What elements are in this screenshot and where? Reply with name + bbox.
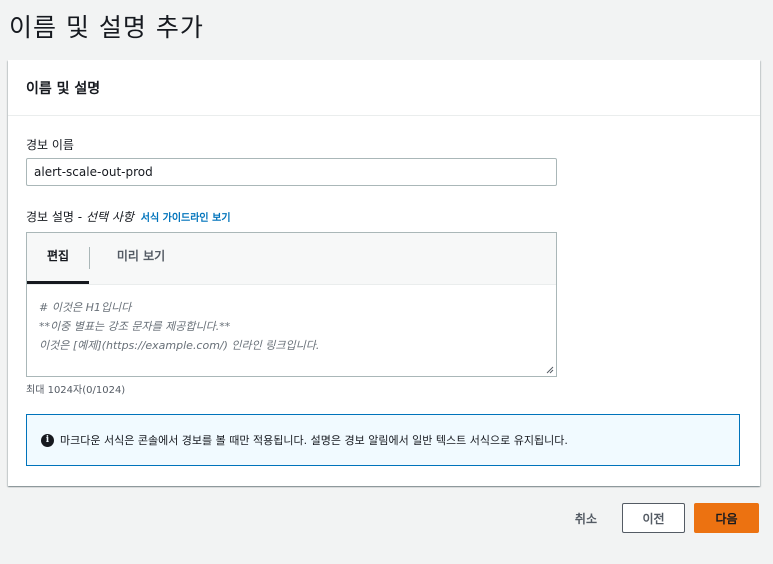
wizard-actions: 취소 이전 다음 bbox=[575, 503, 759, 533]
alarm-name-label: 경보 이름 bbox=[26, 138, 74, 152]
panel-title: 이름 및 설명 bbox=[26, 81, 101, 97]
next-button[interactable]: 다음 bbox=[694, 503, 759, 533]
previous-button[interactable]: 이전 bbox=[622, 503, 685, 533]
tab-preview[interactable]: 미리 보기 bbox=[89, 233, 193, 283]
info-alert: i 마크다운 서식은 콘솔에서 경보를 볼 때만 적용됩니다. 설명은 경보 알… bbox=[26, 414, 740, 466]
formatting-guide-link[interactable]: 서식 가이드라인 보기 bbox=[141, 213, 231, 224]
page-title: 이름 및 설명 추가 bbox=[9, 13, 204, 42]
tab-edit[interactable]: 편집 bbox=[27, 233, 89, 284]
description-textarea[interactable]: # 이것은 H1입니다 **이중 별표는 강조 문자를 제공합니다.** 이것은… bbox=[27, 285, 556, 355]
info-text: 마크다운 서식은 콘솔에서 경보를 볼 때만 적용됩니다. 설명은 경보 알림에… bbox=[60, 434, 568, 447]
placeholder-line: # 이것은 H1입니다 bbox=[39, 301, 132, 314]
optional-text: 선택 사항 bbox=[85, 210, 134, 224]
cancel-button[interactable]: 취소 bbox=[575, 510, 597, 527]
editor-tabbar: 편집 미리 보기 bbox=[27, 233, 556, 285]
info-icon: i bbox=[41, 433, 54, 447]
resize-handle-icon[interactable] bbox=[546, 366, 554, 374]
markdown-editor: 편집 미리 보기 # 이것은 H1입니다 **이중 별표는 강조 문자를 제공합… bbox=[26, 232, 557, 377]
alarm-description-label: 경보 설명 - 선택 사항 서식 가이드라인 보기 bbox=[26, 208, 231, 225]
name-description-panel: 이름 및 설명 경보 이름 경보 설명 - 선택 사항 서식 가이드라인 보기 … bbox=[8, 60, 760, 486]
alarm-name-input[interactable] bbox=[26, 158, 557, 186]
panel-header: 이름 및 설명 bbox=[8, 60, 760, 116]
placeholder-line: **이중 별표는 강조 문자를 제공합니다.** bbox=[39, 320, 231, 333]
description-label-text: 경보 설명 - bbox=[26, 210, 86, 224]
character-count: 최대 1024자(0/1024) bbox=[26, 385, 126, 396]
placeholder-line: 이것은 [예제](https://example.com/) 인라인 링크입니다… bbox=[39, 339, 320, 352]
